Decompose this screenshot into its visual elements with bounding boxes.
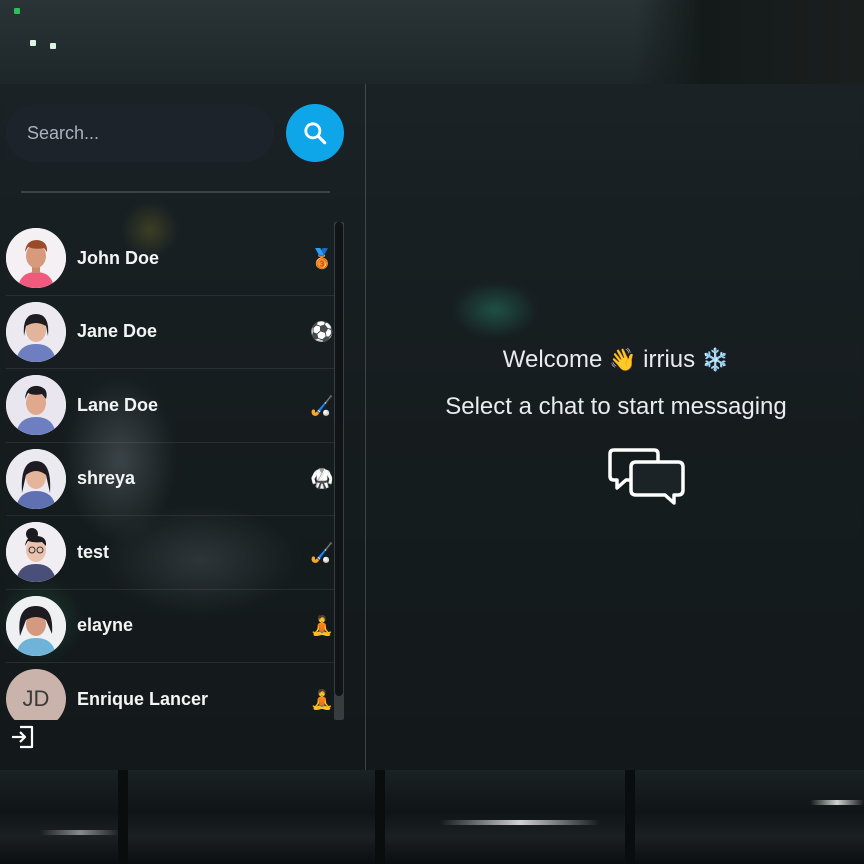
contact-name: Jane Doe: [77, 321, 158, 342]
logout-icon: [12, 725, 34, 749]
martial-arts-uniform-icon: 🥋: [310, 468, 334, 491]
avatar: [6, 595, 66, 656]
avatar: [6, 375, 66, 436]
meditation-icon: 🧘: [310, 615, 334, 638]
conversation-item[interactable]: shreya 🥋: [6, 443, 336, 516]
avatar: [6, 522, 66, 583]
contact-name: shreya: [77, 468, 136, 489]
welcome-text: Welcome: [502, 346, 603, 373]
snowflake-icon: ❄️: [701, 347, 730, 372]
scrollbar-thumb[interactable]: [335, 222, 343, 696]
search-icon: [304, 122, 327, 145]
contact-name: John Doe: [77, 247, 160, 268]
avatar: [6, 301, 66, 362]
search-form: [6, 104, 346, 164]
conversation-item[interactable]: JD Enrique Lancer 🧘: [6, 663, 336, 720]
sidebar: John Doe 🥉 Jane Doe ⚽: [0, 84, 366, 770]
meditation-icon: 🧘: [310, 688, 334, 711]
message-area: Welcome 👋 irrius ❄️ Select a chat to sta…: [366, 84, 864, 770]
contact-name: elayne: [77, 615, 134, 636]
avatar-initials: JD: [6, 669, 66, 720]
avatar: [6, 448, 66, 509]
username: irrius: [643, 346, 696, 373]
contact-name: test: [77, 541, 110, 562]
contact-name: Enrique Lancer: [77, 688, 209, 709]
conversation-list: John Doe 🥉 Jane Doe ⚽ Lane Doe 🏑 shreya …: [0, 222, 350, 720]
conversation-item[interactable]: test 🏑: [6, 516, 336, 590]
avatar: [6, 228, 66, 289]
conversation-item[interactable]: Jane Doe ⚽: [6, 296, 336, 369]
search-input[interactable]: [6, 104, 274, 162]
chat-app-panel: John Doe 🥉 Jane Doe ⚽: [0, 84, 864, 770]
conversation-item[interactable]: Lane Doe 🏑: [6, 369, 336, 443]
conversation-item[interactable]: John Doe 🥉: [6, 222, 336, 296]
divider: [21, 191, 330, 193]
search-button[interactable]: [286, 104, 344, 162]
soccer-ball-icon: ⚽: [310, 321, 334, 344]
medal-icon: 🥉: [310, 247, 334, 270]
hockey-stick-icon: 🏑: [310, 394, 334, 417]
chat-bubbles-icon: [608, 448, 685, 505]
waving-hand-icon: 👋: [609, 347, 637, 372]
welcome-heading: Welcome 👋 irrius ❄️: [336, 346, 864, 374]
empty-state-subtitle: Select a chat to start messaging: [445, 393, 787, 420]
contact-name: Lane Doe: [77, 394, 159, 415]
conversation-item[interactable]: elayne 🧘: [6, 590, 336, 663]
logout-button[interactable]: [10, 724, 36, 750]
hockey-stick-icon: 🏑: [310, 541, 334, 564]
